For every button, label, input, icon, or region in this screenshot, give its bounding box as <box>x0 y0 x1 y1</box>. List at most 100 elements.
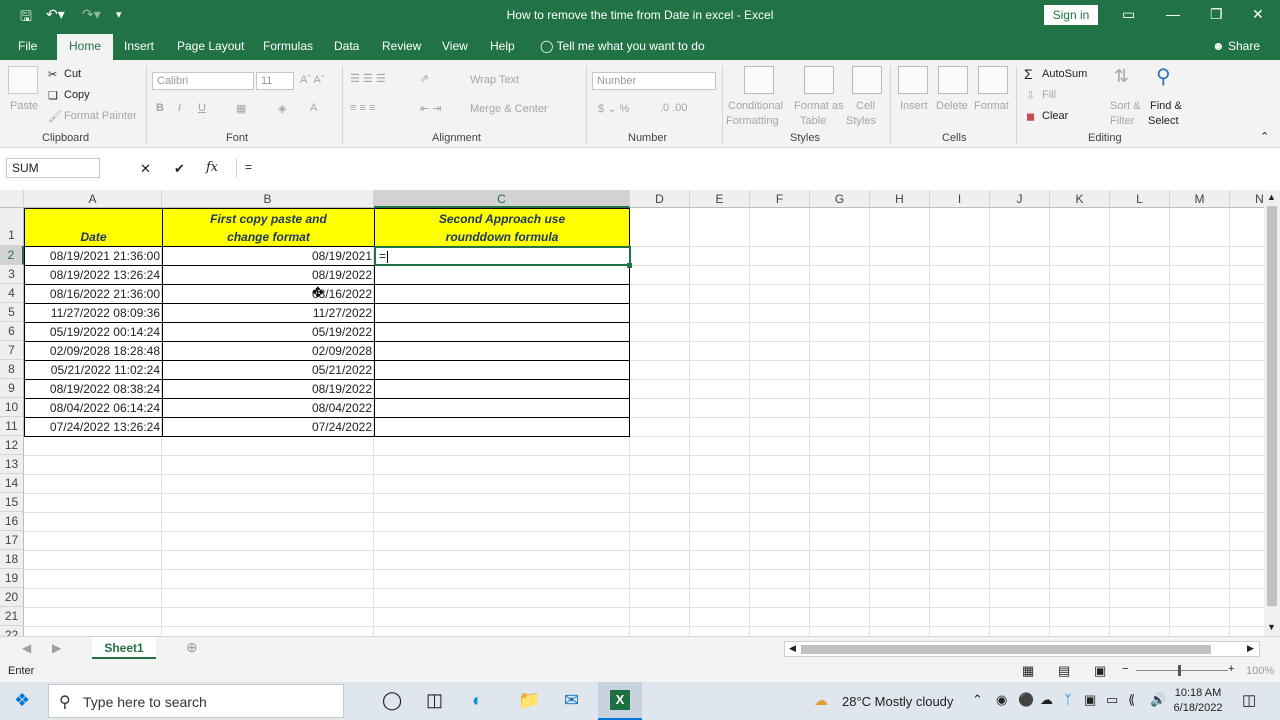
wrap-text-button[interactable]: Wrap Text <box>470 74 519 86</box>
cell-a[interactable]: 08/16/2022 21:36:00 <box>24 284 163 304</box>
row-header[interactable]: 14 <box>0 474 24 493</box>
row-header[interactable]: 17 <box>0 531 24 550</box>
row-header[interactable]: 20 <box>0 588 24 607</box>
page-layout-view-icon[interactable]: ▤ <box>1058 663 1070 679</box>
edge-icon[interactable]: ◐ <box>472 690 483 711</box>
volume-icon[interactable]: 🔊 <box>1150 692 1166 708</box>
delete-cells-button[interactable]: Delete <box>936 100 968 112</box>
clear-button[interactable]: Clear <box>1042 110 1068 122</box>
row-header[interactable]: 11 <box>0 417 24 436</box>
merge-center-button[interactable]: Merge & Center <box>470 103 548 115</box>
tab-home[interactable]: Home <box>57 34 114 60</box>
cell-c[interactable] <box>374 417 630 437</box>
tab-help[interactable]: Help <box>490 39 515 53</box>
weather-text[interactable]: 28°C Mostly cloudy <box>842 694 953 709</box>
column-header-n[interactable]: N <box>1230 190 1264 208</box>
row-header[interactable]: 7 <box>0 341 24 360</box>
bold-icon[interactable]: B <box>156 102 164 114</box>
cancel-entry-icon[interactable]: ✕ <box>140 161 151 177</box>
cell-b[interactable]: 08/19/2022 <box>162 379 375 399</box>
insert-cells-button[interactable]: Insert <box>900 100 928 112</box>
font-color-icon[interactable]: A <box>310 102 317 114</box>
font-name-dropdown[interactable]: Calibri <box>152 72 254 90</box>
cell-b[interactable]: 08/04/2022 <box>162 398 375 418</box>
worksheet-grid[interactable]: A B C D E F G H I J K L M N 1 2 3 4 5 6 … <box>0 190 1264 636</box>
cell-a[interactable]: 08/19/2022 13:26:24 <box>24 265 163 285</box>
tab-review[interactable]: Review <box>382 39 421 53</box>
paste-button[interactable]: Paste <box>10 100 38 112</box>
underline-icon[interactable]: U <box>198 102 206 114</box>
cell-styles-label-2[interactable]: Styles <box>846 115 876 127</box>
zoom-level[interactable]: 100% <box>1246 665 1274 677</box>
align-left-icon[interactable]: ≡ ≡ ≡ <box>350 102 375 114</box>
tray-chevron-icon[interactable]: ⌃ <box>972 692 983 708</box>
currency-icon[interactable]: $ ⌄ % <box>598 102 629 115</box>
cell-a[interactable]: 02/09/2028 18:28:48 <box>24 341 163 361</box>
column-header-h[interactable]: H <box>870 190 930 208</box>
normal-view-icon[interactable]: ▦ <box>1022 663 1034 679</box>
cell-c[interactable] <box>374 379 630 399</box>
row-header[interactable]: 15 <box>0 493 24 512</box>
column-header-b[interactable]: B <box>162 190 374 208</box>
share-button[interactable]: ☻ Share <box>1212 39 1260 53</box>
column-header-l[interactable]: L <box>1110 190 1170 208</box>
zoom-out-icon[interactable]: − <box>1122 663 1128 675</box>
task-view-icon[interactable]: ◫ <box>426 690 443 711</box>
sign-in-button[interactable]: Sign in <box>1044 5 1098 25</box>
column-header-g[interactable]: G <box>810 190 870 208</box>
horizontal-scrollbar[interactable]: ◀ ▶ <box>784 641 1260 657</box>
autosum-button[interactable]: AutoSum <box>1042 68 1087 80</box>
cell-b[interactable]: 08/19/2022 <box>162 265 375 285</box>
decimal-icon[interactable]: .0 .00 <box>660 102 688 114</box>
header-cell-b1[interactable]: First copy paste and change format <box>162 208 375 247</box>
column-header-i[interactable]: I <box>930 190 990 208</box>
fill-button[interactable]: Fill <box>1042 89 1056 101</box>
cell-b[interactable]: 02/09/2028 <box>162 341 375 361</box>
cell-c[interactable] <box>374 303 630 323</box>
formula-input[interactable]: = <box>236 158 1276 178</box>
mail-icon[interactable]: ✉ <box>564 690 579 711</box>
row-header[interactable]: 4 <box>0 284 24 303</box>
scroll-up-icon[interactable]: ▲ <box>1267 192 1276 202</box>
zoom-in-icon[interactable]: + <box>1228 663 1234 675</box>
table-label[interactable]: Table <box>800 115 826 127</box>
zoom-slider[interactable] <box>1136 670 1228 671</box>
header-cell-a1[interactable]: Date <box>24 208 163 247</box>
column-header-d[interactable]: D <box>630 190 690 208</box>
cell-b[interactable]: 08/19/2021 <box>162 246 375 266</box>
tell-me-search[interactable]: ◯ Tell me what you want to do <box>540 39 705 53</box>
cell-c[interactable] <box>374 341 630 361</box>
insert-function-icon[interactable]: fx <box>206 160 218 175</box>
tab-page-layout[interactable]: Page Layout <box>177 39 244 53</box>
formatting-label[interactable]: Formatting <box>726 115 779 127</box>
font-size-dropdown[interactable]: 11 <box>256 72 294 90</box>
tab-formulas[interactable]: Formulas <box>263 39 313 53</box>
file-explorer-icon[interactable]: 📁 <box>518 690 540 711</box>
row-header[interactable]: 8 <box>0 360 24 379</box>
cell-c[interactable] <box>374 398 630 418</box>
ribbon-display-icon[interactable]: ▭ <box>1122 6 1135 23</box>
network-icon[interactable]: ▣ <box>1084 692 1096 708</box>
header-cell-c1[interactable]: Second Approach use rounddown formula <box>374 208 630 247</box>
row-header[interactable]: 10 <box>0 398 24 417</box>
orientation-icon[interactable]: ⇗ <box>420 72 429 85</box>
cell-a[interactable]: 11/27/2022 08:09:36 <box>24 303 163 323</box>
enter-check-icon[interactable]: ✔ <box>174 161 185 177</box>
row-header[interactable]: 13 <box>0 455 24 474</box>
scroll-down-icon[interactable]: ▼ <box>1267 622 1276 632</box>
borders-icon[interactable]: ▦ <box>236 102 246 115</box>
cell-a[interactable]: 05/21/2022 11:02:24 <box>24 360 163 380</box>
tab-insert[interactable]: Insert <box>124 39 154 53</box>
number-format-dropdown[interactable]: Number <box>592 72 716 90</box>
column-header-k[interactable]: K <box>1050 190 1110 208</box>
cell-a[interactable]: 08/04/2022 06:14:24 <box>24 398 163 418</box>
add-sheet-icon[interactable]: ⊕ <box>186 639 198 656</box>
tab-data[interactable]: Data <box>334 39 359 53</box>
row-header[interactable]: 12 <box>0 436 24 455</box>
scroll-left-icon[interactable]: ◀ <box>789 643 796 654</box>
cell-c[interactable] <box>374 360 630 380</box>
find-label[interactable]: Find & <box>1150 100 1182 112</box>
bluetooth-icon[interactable]: ᛉ <box>1064 692 1072 707</box>
select-label[interactable]: Select <box>1148 115 1179 127</box>
battery-icon[interactable]: ▭ <box>1106 692 1118 708</box>
